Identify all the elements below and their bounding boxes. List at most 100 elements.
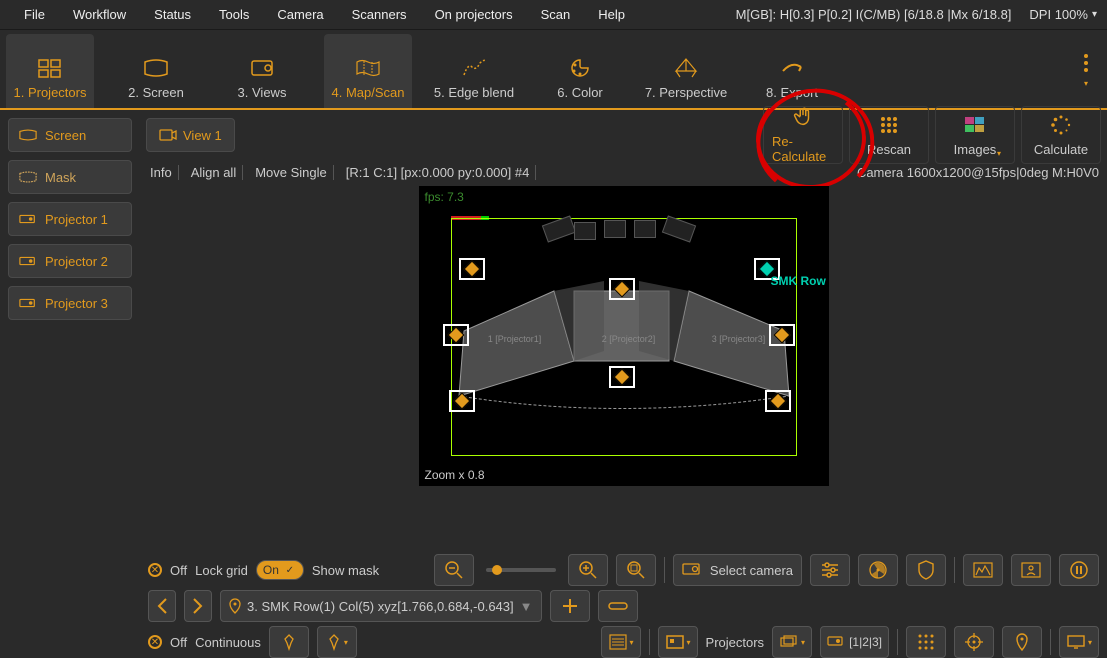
marker[interactable] xyxy=(609,366,635,388)
navpoint-dropdown[interactable]: 3. SMK Row(1) Col(5) xyz[1.766,0.684,-0.… xyxy=(220,590,542,622)
tabs-more-button[interactable]: ▾ xyxy=(1071,34,1101,108)
divider xyxy=(954,557,955,583)
move-single-button[interactable]: Move Single xyxy=(249,165,334,180)
mask-icon xyxy=(19,170,37,184)
images-button[interactable]: Images ▾ xyxy=(935,106,1015,164)
menu-tools[interactable]: Tools xyxy=(205,7,263,22)
projector-icon xyxy=(19,212,37,226)
export-icon xyxy=(778,57,806,79)
more-dot-icon xyxy=(1084,68,1088,72)
person-frame-button[interactable] xyxy=(1011,554,1051,586)
tab-export[interactable]: 8. Export xyxy=(748,34,836,108)
projector-layers-button[interactable]: ▾ xyxy=(772,626,812,658)
pin-tool-button[interactable] xyxy=(269,626,309,658)
link-button[interactable] xyxy=(598,590,638,622)
menu-on-projectors[interactable]: On projectors xyxy=(421,7,527,22)
tab-label: 6. Color xyxy=(557,85,603,100)
sidebar-item-mask[interactable]: Mask xyxy=(8,160,132,194)
marker[interactable] xyxy=(459,258,485,280)
tab-label: 4. Map/Scan xyxy=(332,85,405,100)
sidebar-item-label: Projector 3 xyxy=(45,296,108,311)
rescan-button[interactable]: Rescan xyxy=(849,106,929,164)
add-point-button[interactable] xyxy=(550,590,590,622)
marker[interactable] xyxy=(443,324,469,346)
marker[interactable] xyxy=(609,278,635,300)
menu-help[interactable]: Help xyxy=(584,7,639,22)
menu-status[interactable]: Status xyxy=(140,7,205,22)
tab-views[interactable]: 3. Views xyxy=(218,34,306,108)
projector-count-label: [1|2|3] xyxy=(849,635,882,649)
on-pill[interactable]: On ✓ xyxy=(256,560,304,580)
sidebar-item-projector-1[interactable]: Projector 1 xyxy=(8,202,132,236)
smk-row-label: SMK Row xyxy=(771,274,826,288)
zoom-slider[interactable] xyxy=(486,568,556,572)
select-camera-button[interactable]: Select camera xyxy=(673,554,802,586)
histogram-button[interactable] xyxy=(963,554,1003,586)
preview-canvas[interactable]: fps: 7.3 Zoom x 0.8 xyxy=(419,186,829,486)
menu-scan[interactable]: Scan xyxy=(527,7,585,22)
loading-icon xyxy=(1050,114,1072,136)
tab-label: 1. Projectors xyxy=(14,85,87,100)
hand-icon xyxy=(792,106,814,128)
align-all-button[interactable]: Align all xyxy=(185,165,244,180)
sidebar-item-label: Mask xyxy=(45,170,76,185)
marker[interactable] xyxy=(449,390,475,412)
dpi-selector[interactable]: DPI 100% ▾ xyxy=(1029,7,1097,22)
sidebar-item-label: Projector 1 xyxy=(45,212,108,227)
dpi-label: DPI 100% xyxy=(1029,7,1088,22)
projector-label-1: 1 [Projector1] xyxy=(475,334,555,344)
toggle-off-icon[interactable]: ✕ xyxy=(148,635,162,649)
marker[interactable] xyxy=(765,390,791,412)
hazard-button[interactable] xyxy=(858,554,898,586)
projector-icon xyxy=(827,636,845,648)
color-icon xyxy=(566,57,594,79)
tab-projectors[interactable]: 1. Projectors xyxy=(6,34,94,108)
tab-label: 2. Screen xyxy=(128,85,184,100)
shield-button[interactable] xyxy=(906,554,946,586)
marker[interactable] xyxy=(769,324,795,346)
edgeblend-icon xyxy=(460,57,488,79)
info-button[interactable]: Info xyxy=(144,165,179,180)
pin-button[interactable] xyxy=(1002,626,1042,658)
grid-dots-button[interactable] xyxy=(906,626,946,658)
menu-camera[interactable]: Camera xyxy=(263,7,337,22)
tab-perspective[interactable]: 7. Perspective xyxy=(642,34,730,108)
sidebar-item-screen[interactable]: Screen xyxy=(8,118,132,152)
check-icon: ✓ xyxy=(283,563,297,577)
tab-edgeblend[interactable]: 5. Edge blend xyxy=(430,34,518,108)
zoom-in-button[interactable] xyxy=(568,554,608,586)
tab-screen[interactable]: 2. Screen xyxy=(112,34,200,108)
view-tab-label: View 1 xyxy=(183,128,222,143)
status-text: M[GB]: H[0.3] P[0.2] I(C/MB) [6/18.8 |Mx… xyxy=(736,7,1012,22)
zoom-out-button[interactable] xyxy=(434,554,474,586)
menu-scanners[interactable]: Scanners xyxy=(338,7,421,22)
projector-count-button[interactable]: [1|2|3] xyxy=(820,626,889,658)
frame-button[interactable]: ▾ xyxy=(658,626,698,658)
pause-button[interactable] xyxy=(1059,554,1099,586)
chevron-down-icon: ▾ xyxy=(997,149,1001,158)
view-tab-1[interactable]: View 1 xyxy=(146,118,235,152)
tab-color[interactable]: 6. Color xyxy=(536,34,624,108)
zoom-fit-button[interactable] xyxy=(616,554,656,586)
divider xyxy=(664,557,665,583)
pin-tool-dropdown[interactable]: ▾ xyxy=(317,626,357,658)
target-button[interactable] xyxy=(954,626,994,658)
list-button[interactable]: ▾ xyxy=(601,626,641,658)
sidebar-item-projector-2[interactable]: Projector 2 xyxy=(8,244,132,278)
prev-button[interactable] xyxy=(148,590,176,622)
recalculate-button[interactable]: Re-Calculate xyxy=(763,106,843,164)
next-button[interactable] xyxy=(184,590,212,622)
projector-icon xyxy=(19,254,37,268)
toggle-off-icon[interactable]: ✕ xyxy=(148,563,162,577)
tab-mapscan[interactable]: 4. Map/Scan xyxy=(324,34,412,108)
calculate-button[interactable]: Calculate xyxy=(1021,106,1101,164)
menu-workflow[interactable]: Workflow xyxy=(59,7,140,22)
slider-knob[interactable] xyxy=(492,565,502,575)
display-button[interactable]: ▾ xyxy=(1059,626,1099,658)
sidebar-item-projector-3[interactable]: Projector 3 xyxy=(8,286,132,320)
settings-sliders-button[interactable] xyxy=(810,554,850,586)
more-dot-icon xyxy=(1084,54,1088,58)
divider xyxy=(1050,629,1051,655)
menu-file[interactable]: File xyxy=(10,7,59,22)
chevron-down-icon: ▾ xyxy=(1092,9,1097,20)
